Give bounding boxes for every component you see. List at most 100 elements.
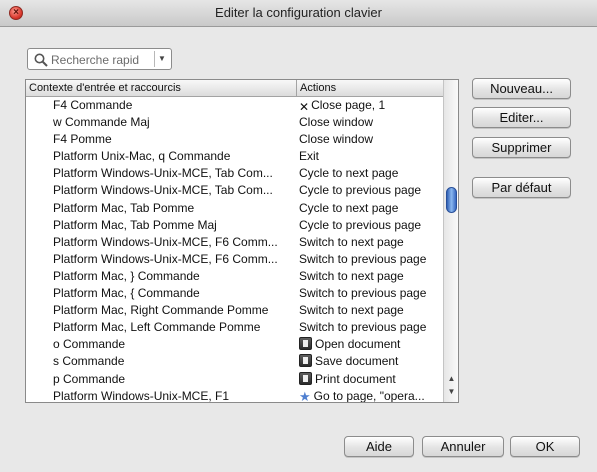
action-label: Switch to next page: [299, 268, 404, 283]
vertical-scrollbar[interactable]: ▲ ▼: [443, 80, 458, 402]
action-label: Switch to previous page: [299, 251, 427, 266]
action-label: Print document: [315, 371, 396, 386]
action-label: Cycle to next page: [299, 200, 399, 215]
column-header-context[interactable]: Contexte d'entrée et raccourcis: [29, 82, 181, 94]
shortcut-cell: F4 Commande: [53, 98, 133, 112]
shortcut-cell: Platform Mac, Tab Pomme: [53, 200, 195, 215]
shortcuts-table: Contexte d'entrée et raccourcis Actions …: [25, 79, 459, 403]
column-header-actions[interactable]: Actions: [300, 82, 336, 94]
action-label: Switch to next page: [299, 303, 404, 318]
open-document-icon: [299, 337, 312, 351]
action-cell: Switch to previous page: [299, 286, 442, 300]
print-document-icon: [299, 371, 312, 385]
shortcut-cell: Platform Mac, } Commande: [53, 268, 200, 283]
window-title: Editer la configuration clavier: [215, 5, 382, 20]
action-label: Cycle to previous page: [299, 183, 422, 198]
shortcut-cell: w Commande Maj: [53, 115, 150, 130]
table-row[interactable]: Platform Windows-Unix-MCE, F6 Comm... Swi…: [26, 234, 444, 251]
action-cell: Print document: [299, 371, 442, 386]
table-row[interactable]: Platform Mac, Tab Pomme Cycle to next pag…: [26, 200, 444, 217]
action-label: Exit: [299, 149, 320, 164]
table-row[interactable]: w Commande Maj Close window: [26, 114, 444, 131]
action-cell: Cycle to previous page: [299, 218, 442, 232]
action-label: Open document: [315, 337, 401, 352]
help-button[interactable]: Aide: [344, 436, 414, 457]
action-cell: Cycle to next page: [299, 166, 442, 180]
table-row[interactable]: F4 Pomme Close window: [26, 131, 444, 148]
action-label: Close window: [299, 132, 374, 147]
table-row[interactable]: Platform Windows-Unix-MCE, Tab Com... Cyc…: [26, 165, 444, 182]
table-row[interactable]: Platform Mac, { Commande Switch to previo…: [26, 285, 444, 302]
action-cell: Close window: [299, 132, 442, 146]
table-row[interactable]: Platform Windows-Unix-MCE, F1 ★ Go to page…: [26, 388, 444, 403]
action-cell: Exit: [299, 149, 442, 163]
search-field[interactable]: Recherche rapid ▼: [27, 48, 172, 70]
table-row[interactable]: s Commande Save document: [26, 353, 444, 370]
shortcut-cell: s Commande: [53, 354, 125, 369]
action-label: Save document: [315, 354, 399, 369]
table-row[interactable]: Platform Unix-Mac, q Commande Exit: [26, 148, 444, 165]
table-row[interactable]: Platform Windows-Unix-MCE, F6 Comm... Swi…: [26, 251, 444, 268]
shortcut-cell: Platform Windows-Unix-MCE, F6 Comm...: [53, 234, 278, 249]
shortcut-cell: Platform Windows-Unix-MCE, Tab Com...: [53, 183, 273, 198]
shortcut-cell: o Commande: [53, 337, 126, 352]
cancel-button[interactable]: Annuler: [422, 436, 504, 457]
action-label: Go to page, "opera...: [313, 388, 425, 403]
table-row[interactable]: o Commande Open document: [26, 336, 444, 353]
action-label: Cycle to previous page: [299, 217, 422, 232]
delete-button[interactable]: Supprimer: [472, 137, 571, 158]
new-button[interactable]: Nouveau...: [472, 78, 571, 99]
scroll-down-arrow-icon[interactable]: ▼: [447, 387, 456, 396]
action-cell: Switch to next page: [299, 303, 442, 317]
table-row[interactable]: Platform Mac, Tab Pomme Maj Cycle to prev…: [26, 217, 444, 234]
action-cell: Cycle to previous page: [299, 183, 442, 197]
action-cell: Switch to previous page: [299, 320, 442, 334]
shortcut-cell: Platform Mac, { Commande: [53, 286, 200, 301]
action-cell: Close window: [299, 115, 442, 129]
shortcut-cell: Platform Mac, Right Commande Pomme: [53, 303, 269, 318]
search-dropdown-button[interactable]: ▼: [154, 51, 169, 67]
table-row[interactable]: p Commande Print document: [26, 371, 444, 388]
star-icon: ★: [299, 388, 311, 403]
shortcut-cell: Platform Mac, Left Commande Pomme: [53, 320, 261, 335]
scroll-up-arrow-icon[interactable]: ▲: [447, 374, 456, 383]
action-cell: Switch to previous page: [299, 252, 442, 266]
shortcut-cell: p Commande: [53, 371, 126, 386]
edit-button[interactable]: Editer...: [472, 107, 571, 128]
default-button[interactable]: Par défaut: [472, 177, 571, 198]
action-cell: Cycle to next page: [299, 201, 442, 215]
action-cell: ✕ Close page, 1: [299, 98, 442, 114]
table-row[interactable]: Platform Windows-Unix-MCE, Tab Com... Cyc…: [26, 182, 444, 199]
shortcut-cell: Platform Windows-Unix-MCE, F6 Comm...: [53, 251, 278, 266]
table-body: F4 Commande ✕ Close page, 1 w Commande Maj C…: [26, 97, 444, 403]
action-label: Close window: [299, 115, 374, 130]
scrollbar-thumb[interactable]: [446, 187, 457, 213]
save-document-icon: [299, 354, 312, 368]
shortcut-cell: F4 Pomme: [53, 132, 112, 147]
action-cell: Save document: [299, 354, 442, 368]
action-cell: ★ Go to page, "opera...: [299, 388, 442, 403]
action-cell: Open document: [299, 337, 442, 351]
table-row[interactable]: Platform Mac, } Commande Switch to next p…: [26, 268, 444, 285]
ok-button[interactable]: OK: [510, 436, 580, 457]
action-label: Close page, 1: [311, 98, 386, 112]
shortcut-cell: Platform Mac, Tab Pomme Maj: [53, 217, 217, 232]
table-header: Contexte d'entrée et raccourcis Actions: [26, 80, 444, 97]
search-placeholder: Recherche rapid: [51, 53, 140, 67]
column-divider[interactable]: [296, 80, 297, 97]
keyboard-config-dialog: Recherche rapid ▼ Contexte d'entrée et r…: [0, 27, 597, 472]
table-row[interactable]: F4 Commande ✕ Close page, 1: [26, 97, 444, 114]
shortcut-cell: Platform Windows-Unix-MCE, F1: [53, 388, 230, 403]
table-row[interactable]: Platform Mac, Right Commande Pomme Switch…: [26, 302, 444, 319]
action-cell: Switch to next page: [299, 269, 442, 283]
action-cell: Switch to next page: [299, 235, 442, 249]
close-x-icon: ✕: [299, 100, 310, 114]
title-bar: × Editer la configuration clavier: [0, 0, 597, 27]
action-label: Switch to previous page: [299, 286, 427, 301]
action-label: Switch to next page: [299, 234, 404, 249]
action-label: Cycle to next page: [299, 166, 399, 181]
dropdown-arrow-icon: ▼: [158, 54, 166, 63]
shortcut-cell: Platform Windows-Unix-MCE, Tab Com...: [53, 166, 273, 181]
shortcut-cell: Platform Unix-Mac, q Commande: [53, 149, 231, 164]
table-row[interactable]: Platform Mac, Left Commande Pomme Switch …: [26, 319, 444, 336]
